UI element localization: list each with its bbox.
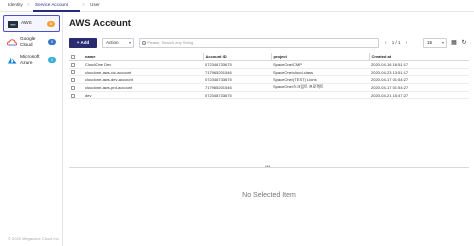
column-header-project[interactable]: project (270, 53, 369, 61)
nav-identity[interactable]: Identity (8, 2, 23, 7)
column-header-created-at[interactable]: Created at (368, 53, 469, 61)
cell-project: SpaceOne/cloud-class (271, 68, 369, 77)
add-button[interactable]: + Add (69, 38, 97, 48)
cell-project: SpaceOne/(TEST) Lions (271, 75, 369, 85)
cell-created-at: 2020-04-17 01:54:27 (369, 83, 469, 92)
main-content: AWS Account (5) + Add Action ▾ Please, S… (64, 12, 474, 246)
nav-separator: > (27, 2, 30, 7)
google-cloud-icon (7, 39, 17, 46)
pagination: ‹ 1 / 1 › (385, 38, 423, 48)
cell-created-at: 2020-04-23 13:51:17 (369, 68, 469, 77)
prev-page-icon[interactable]: ‹ (385, 40, 387, 45)
footer-copyright: © 2020 Megazone Cloud Inc. (8, 236, 60, 241)
action-label: Action (106, 40, 119, 45)
cell-created-at: 2020-04-21 15:47:27 (369, 91, 469, 100)
provider-google-cloud[interactable]: Google Cloud 0 (3, 34, 60, 51)
row-checkbox[interactable] (69, 91, 83, 100)
azure-logo-icon (8, 57, 17, 64)
row-checkbox[interactable] (69, 83, 83, 92)
page-title: AWS Account (69, 18, 131, 29)
provider-count-badge: 0 (48, 39, 56, 45)
table-row[interactable]: cloudone-aws-dev-account 072348733675 Sp… (69, 75, 469, 85)
provider-count-badge: 6 (47, 21, 55, 27)
cell-project (271, 91, 369, 100)
search-icon (142, 41, 146, 45)
provider-aws[interactable]: aws AWS 6 (3, 15, 60, 32)
row-checkbox[interactable] (69, 68, 83, 77)
account-table: name Account ID project Created at Cloud… (69, 53, 469, 100)
nav-separator: > (82, 2, 85, 7)
row-checkbox[interactable] (69, 75, 83, 85)
cell-created-at: 2020-04-16 16:51:17 (369, 60, 469, 69)
cell-name: CloudOne Dev (83, 60, 203, 69)
cell-name: cloudone-aws-dev-account (83, 75, 203, 85)
svg-text:aws: aws (10, 22, 16, 26)
provider-name: Google Cloud (20, 37, 36, 48)
search-placeholder: Please, Search any String (147, 40, 194, 45)
aws-logo-icon: aws (8, 21, 18, 28)
provider-name: AWS (21, 21, 32, 26)
cell-account-id: 072348733675 (203, 75, 271, 85)
refresh-icon[interactable]: ↻ (460, 39, 468, 47)
nav-user[interactable]: User (90, 2, 100, 7)
select-all-checkbox[interactable] (69, 53, 83, 61)
row-checkbox[interactable] (69, 60, 83, 69)
page-title-count: (5) (110, 20, 117, 26)
cell-account-id: 072348733675 (203, 91, 271, 100)
action-dropdown[interactable]: Action ▾ (102, 38, 134, 48)
resize-handle[interactable]: ••• (265, 164, 270, 170)
empty-detail-message: No Selected Item (242, 192, 296, 199)
table-row[interactable]: CloudOne Dev 072348733675 SpaceOne/CMP 2… (69, 60, 469, 69)
provider-microsoft-azure[interactable]: Microsoft Azure 1 (3, 52, 60, 69)
page-indicator: 1 / 1 (391, 40, 401, 45)
table-header-row: name Account ID project Created at (69, 53, 469, 61)
provider-name: Microsoft Azure (20, 55, 40, 66)
chevron-down-icon: ▾ (441, 40, 444, 45)
column-header-account-id[interactable]: Account ID (202, 53, 271, 61)
cell-project: SpaceOne/CMP (271, 60, 369, 69)
page-size-value: 15 (427, 40, 433, 45)
table-row[interactable]: dev 072348733675 2020-04-21 15:47:27 (69, 91, 469, 100)
export-excel-icon[interactable]: ▦ (450, 39, 458, 47)
top-navigation: Identity > Service Account > User (0, 0, 474, 12)
cell-project: SpaceOne/스크립트 프로젝트 (271, 83, 369, 92)
page-size-select[interactable]: 15 ▾ (423, 38, 447, 48)
provider-sidebar: aws AWS 6 Google Cloud 0 Microsoft Azure… (0, 12, 63, 246)
column-header-name[interactable]: name (83, 53, 203, 61)
nav-service-account[interactable]: Service Account (35, 2, 68, 7)
cell-name: cloudone-aws-cic-account (83, 68, 203, 77)
search-input[interactable]: Please, Search any String (139, 38, 379, 48)
table-row[interactable]: cloudone-aws-cic-account 717965201546 Sp… (69, 68, 469, 77)
provider-count-badge: 1 (48, 57, 56, 63)
next-page-icon[interactable]: › (406, 40, 408, 45)
cell-name: cloudone-aws-prd-account (83, 83, 203, 92)
cell-name: dev (83, 91, 203, 100)
cell-account-id: 072348733675 (203, 60, 271, 69)
toolbar: + Add Action ▾ Please, Search any String… (69, 38, 469, 48)
table-row[interactable]: cloudone-aws-prd-account 717965201546 Sp… (69, 83, 469, 92)
cell-account-id: 717965201546 (203, 68, 271, 77)
cell-created-at: 2020-04-17 01:54:27 (369, 75, 469, 85)
cell-account-id: 717965201546 (203, 83, 271, 92)
chevron-down-icon: ▾ (128, 40, 131, 45)
